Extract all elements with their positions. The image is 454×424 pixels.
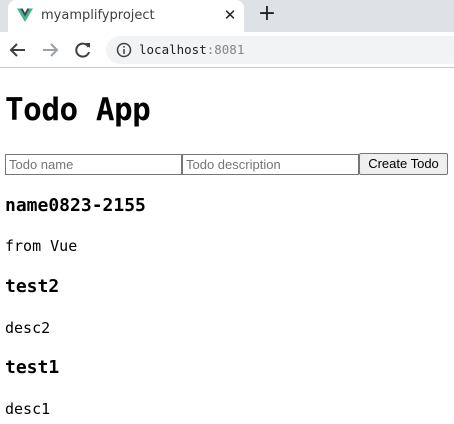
forward-arrow-icon[interactable]: [39, 39, 61, 61]
url-host: localhost: [139, 42, 207, 57]
address-bar[interactable]: localhost:8081: [106, 36, 454, 64]
vue-logo-icon: [17, 8, 33, 22]
page-title: Todo App: [5, 92, 151, 128]
tab-title: myamplifyproject: [41, 8, 155, 23]
todo-name-input[interactable]: [5, 154, 182, 175]
info-icon[interactable]: [116, 42, 132, 58]
url-text: localhost:8081: [139, 41, 244, 59]
browser-toolbar: localhost:8081: [0, 32, 454, 68]
todo-name: test1: [5, 357, 60, 378]
tab-strip: myamplifyproject ✕ +: [0, 0, 454, 32]
create-todo-button[interactable]: Create Todo: [359, 153, 448, 175]
todo-description: desc1: [5, 400, 51, 418]
back-arrow-icon[interactable]: [7, 39, 29, 61]
url-port: :8081: [206, 42, 245, 57]
todo-name: test2: [5, 276, 60, 297]
new-tab-button[interactable]: +: [256, 3, 278, 25]
todo-name: name0823-2155: [5, 195, 146, 216]
reload-icon[interactable]: [72, 39, 94, 61]
todo-description: from Vue: [5, 237, 78, 255]
close-tab-icon[interactable]: ✕: [222, 6, 238, 24]
todo-description-input[interactable]: [182, 154, 359, 175]
todo-description: desc2: [5, 319, 51, 337]
page-content: Todo App Create Todo name0823-2155 from …: [0, 69, 454, 424]
browser-tab[interactable]: myamplifyproject ✕: [8, 0, 244, 32]
